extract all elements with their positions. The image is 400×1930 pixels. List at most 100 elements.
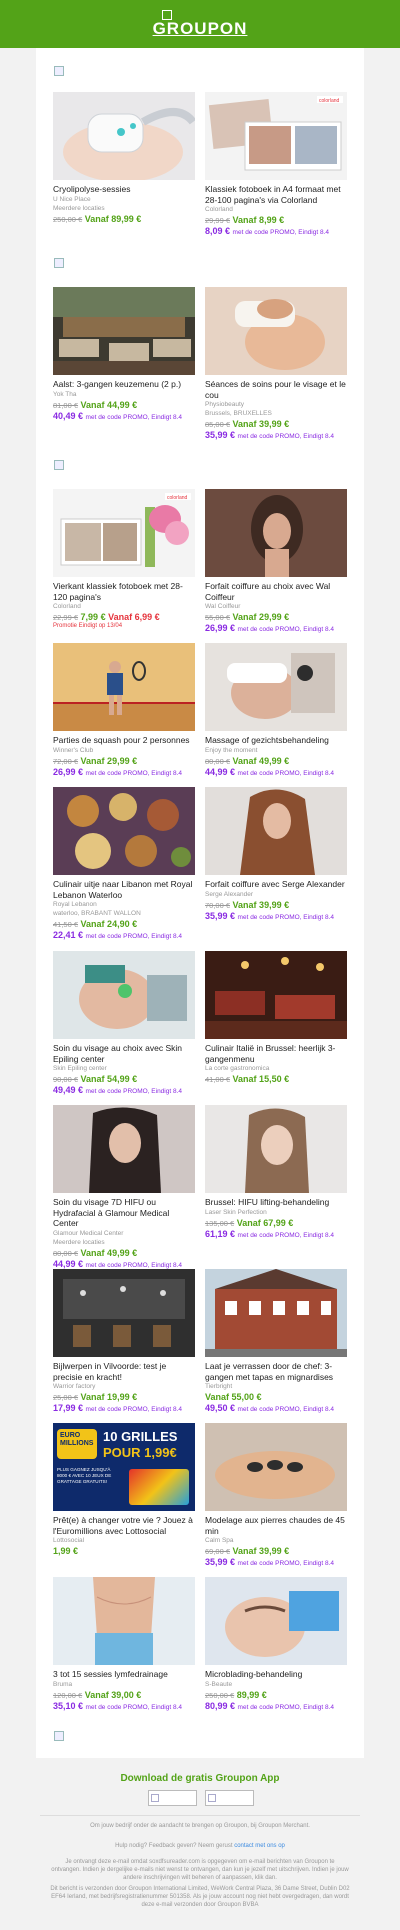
deal-image[interactable] xyxy=(53,787,195,875)
deal-title[interactable]: Forfait coiffure au choix avec Wal Coiff… xyxy=(205,581,347,602)
deal-price: Vanaf 19,99 € xyxy=(80,1392,138,1402)
contact-link[interactable]: contact met ons op xyxy=(234,1843,285,1849)
original-price: 69,00 € xyxy=(205,1547,231,1556)
deal-card[interactable]: Aalst: 3-gangen keuzemenu (2 p.) Yok Tha 8… xyxy=(53,287,195,423)
price-row: 1,99 € xyxy=(53,1546,195,1557)
deal-card[interactable]: Microblading-behandeling S-Beaute 250,00 €… xyxy=(205,1577,347,1713)
deal-card[interactable]: EURO MILLIONS 10 GRILLES POUR 1,99€ PLUS GA… xyxy=(53,1423,195,1557)
google-play-badge[interactable] xyxy=(205,1790,255,1806)
deal-card[interactable]: Forfait coiffure au choix avec Wal Coiff… xyxy=(205,489,347,635)
deal-image[interactable]: colorland xyxy=(205,92,347,180)
deal-title[interactable]: Bijlwerpen in Vilvoorde: test je precisi… xyxy=(53,1361,195,1382)
promo-price: 8,09 € xyxy=(205,226,231,236)
deal-merchant: Wal Coiffeur xyxy=(205,603,241,610)
deal-image[interactable] xyxy=(205,1105,347,1193)
deal-merchant: Yok Tha xyxy=(53,390,77,398)
app-download-title[interactable]: Download de gratis Groupon App xyxy=(0,1773,400,1784)
promo-code-row: 8,09 € met de code PROMO, Eindigt 8.4 xyxy=(205,226,347,238)
app-store-badge[interactable] xyxy=(148,1790,197,1806)
deal-card[interactable]: Culinair Italië in Brussel: heerlijk 3-g… xyxy=(205,951,347,1085)
deal-card[interactable]: Culinair uitje naar Libanon met Royal Le… xyxy=(53,787,195,942)
promo-code-row: 35,99 € met de code PROMO, Eindigt 8.4 xyxy=(205,1557,347,1569)
banner-headline-1: 10 GRILLES xyxy=(103,1429,178,1444)
deal-title[interactable]: Forfait coiffure avec Serge Alexander xyxy=(205,879,347,890)
original-price: 22,99 € xyxy=(53,613,79,622)
deal-card[interactable]: Modelage aux pierres chaudes de 45 min Ca… xyxy=(205,1423,347,1569)
google-play-icon xyxy=(208,1794,217,1802)
price-row: 55,00 € Vanaf 29,99 € xyxy=(205,612,347,623)
deal-title[interactable]: Microblading-behandeling xyxy=(205,1669,347,1680)
promotion-price: Vanaf 6,99 € xyxy=(108,612,160,622)
deal-image[interactable] xyxy=(53,1105,195,1193)
deal-image[interactable] xyxy=(205,489,347,577)
deal-title[interactable]: Culinair Italië in Brussel: heerlijk 3-g… xyxy=(205,1043,347,1064)
promo-code-text: met de code PROMO, Eindigt 8.4 xyxy=(237,1560,335,1567)
promo-price: 17,99 € xyxy=(53,1403,84,1413)
deal-card[interactable]: Brussel: HIFU lifting-behandeling Laser S… xyxy=(205,1105,347,1241)
promo-price: 80,99 € xyxy=(205,1700,236,1711)
price-row: 69,00 € Vanaf 39,99 € xyxy=(205,1546,347,1557)
deal-title[interactable]: Massage of gezichtsbehandeling xyxy=(205,735,347,746)
deal-image[interactable] xyxy=(205,787,347,875)
promo-price: 26,99 € xyxy=(205,623,236,633)
groupon-logo-link[interactable]: GROUPON xyxy=(0,19,400,39)
deal-title[interactable]: Klassiek fotoboek in A4 formaat met 28-1… xyxy=(205,184,347,205)
deal-card[interactable]: colorland Vierkant klassiek fotoboek met … xyxy=(53,489,195,629)
price-row: 25,00 € Vanaf 19,99 € xyxy=(53,1392,195,1403)
deal-card[interactable]: Forfait coiffure avec Serge Alexander Ser… xyxy=(205,787,347,923)
deal-image[interactable] xyxy=(53,1269,195,1357)
deal-image[interactable] xyxy=(53,92,195,180)
deal-card[interactable]: colorland Klassiek fotoboek in A4 formaat… xyxy=(205,92,347,238)
promo-price: 61,19 € xyxy=(205,1228,236,1239)
deal-image[interactable] xyxy=(53,643,195,731)
deal-merchant: Enjoy the moment xyxy=(205,746,258,754)
deal-image[interactable] xyxy=(205,643,347,731)
deal-title[interactable]: 3 tot 15 sessies lymfedrainage xyxy=(53,1669,195,1680)
deal-title[interactable]: Laat je verrassen door de chef: 3-gangen… xyxy=(205,1361,347,1382)
deal-title[interactable]: Soin du visage au choix avec Skin Epilin… xyxy=(53,1043,195,1064)
deal-merchant: Colorland xyxy=(53,603,81,610)
deal-title[interactable]: Soin du visage 7D HIFU ou Hydrafacial à … xyxy=(53,1197,195,1229)
deal-card[interactable]: Massage of gezichtsbehandeling Enjoy the … xyxy=(205,643,347,779)
deal-card[interactable]: Parties de squash pour 2 personnes Winner… xyxy=(53,643,195,779)
deal-title[interactable]: Prêt(e) à changer votre vie ? Jouez à l'… xyxy=(53,1515,195,1536)
deal-image[interactable] xyxy=(205,1423,347,1511)
deal-title[interactable]: Brussel: HIFU lifting-behandeling xyxy=(205,1197,347,1208)
promo-code-row: 40,49 € met de code PROMO, Eindigt 8.4 xyxy=(53,411,195,423)
deal-image[interactable] xyxy=(205,1269,347,1357)
deal-card[interactable]: Laat je verrassen door de chef: 3-gangen… xyxy=(205,1269,347,1415)
deal-image[interactable]: EURO MILLIONS 10 GRILLES POUR 1,99€ PLUS GA… xyxy=(53,1423,195,1511)
deal-title[interactable]: Aalst: 3-gangen keuzemenu (2 p.) xyxy=(53,379,195,390)
deal-title[interactable]: Cryolipolyse-sessies xyxy=(53,184,195,195)
deal-image[interactable] xyxy=(205,1577,347,1665)
deal-title[interactable]: Modelage aux pierres chaudes de 45 min xyxy=(205,1515,347,1536)
deal-merchant: Physiobeauty xyxy=(205,401,245,408)
deal-title[interactable]: Culinair uitje naar Libanon met Royal Le… xyxy=(53,879,195,900)
deal-price: Vanaf 39,99 € xyxy=(232,1546,290,1556)
deal-card[interactable]: Soin du visage au choix avec Skin Epilin… xyxy=(53,951,195,1097)
deal-price: Vanaf 24,90 € xyxy=(80,919,138,929)
deal-image[interactable] xyxy=(53,951,195,1039)
deal-card[interactable]: Séances de soins pour le visage et le co… xyxy=(205,287,347,442)
deal-image[interactable] xyxy=(53,287,195,375)
deal-title[interactable]: Parties de squash pour 2 personnes xyxy=(53,735,195,746)
deal-title[interactable]: Vierkant klassiek fotoboek met 28-120 pa… xyxy=(53,581,195,602)
deal-card[interactable]: Cryolipolyse-sessies U Nice Place Meerdere… xyxy=(53,92,195,225)
deal-image[interactable] xyxy=(53,1577,195,1665)
deal-price: Vanaf 29,99 € xyxy=(80,755,138,766)
deal-image[interactable] xyxy=(205,287,347,375)
deal-image[interactable]: colorland xyxy=(53,489,195,577)
deal-price: 7,99 € xyxy=(80,612,106,622)
deal-card[interactable]: Bijlwerpen in Vilvoorde: test je precisi… xyxy=(53,1269,195,1415)
deal-image[interactable] xyxy=(205,951,347,1039)
promo-code-row: 26,99 € met de code PROMO, Eindigt 8.4 xyxy=(205,623,347,635)
deal-title[interactable]: Séances de soins pour le visage et le co… xyxy=(205,379,347,400)
app-store-badges xyxy=(148,1790,258,1811)
deal-card[interactable]: Soin du visage 7D HIFU ou Hydrafacial à … xyxy=(53,1105,195,1271)
deal-location: Meerdere locaties xyxy=(53,204,105,212)
deal-card[interactable]: 3 tot 15 sessies lymfedrainage Bruma 120,0… xyxy=(53,1577,195,1713)
original-price: 250,00 € xyxy=(205,1690,235,1700)
price-row: 72,00 € Vanaf 29,99 € xyxy=(53,756,195,767)
promo-price: 26,99 € xyxy=(53,766,84,777)
deal-location: Brussels, BRUXELLES xyxy=(205,410,272,417)
